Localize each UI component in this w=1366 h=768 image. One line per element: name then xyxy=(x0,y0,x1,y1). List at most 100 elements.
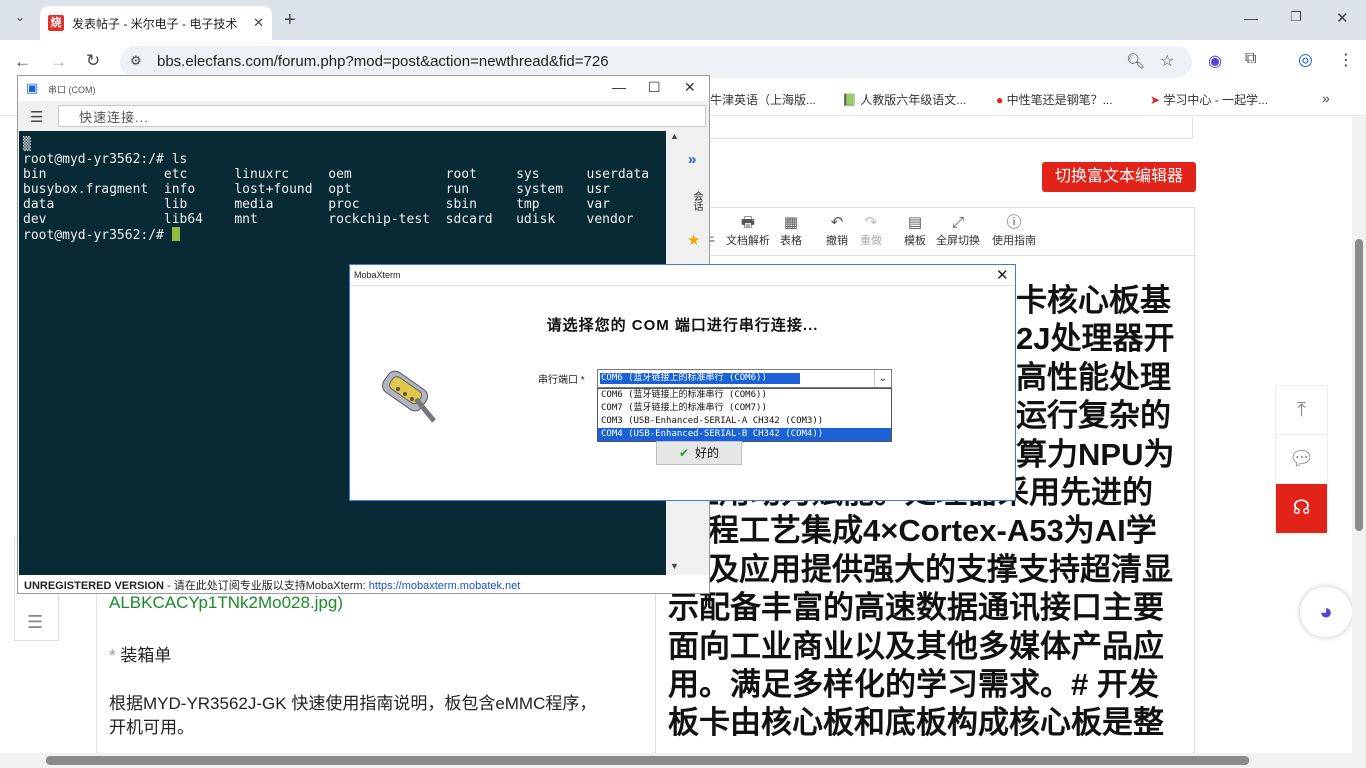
window-title: 串口 (COM) xyxy=(48,85,96,95)
terminal-prompt: root@myd-yr3562:/# xyxy=(23,227,180,243)
preview-line: 面向工业商业以及其他多媒体产品应 xyxy=(668,628,1164,664)
serial-port-icon xyxy=(381,370,436,423)
maximize-icon[interactable]: ☐ xyxy=(648,79,661,96)
browser-tab-bar: ⌄ 烧 发表帖子 - 米尔电子 - 电子技术 ✕ + — ❐ ✕ xyxy=(0,0,1366,40)
browser-tab-active[interactable]: 烧 发表帖子 - 米尔电子 - 电子技术 ✕ xyxy=(40,6,272,40)
switch-rich-editor-button[interactable]: 切换富文本编辑器 xyxy=(1042,162,1196,192)
preview-line: 用。满足多样化的学习需求。# 开发 xyxy=(668,667,1159,703)
preview-line: 板卡由核心板和底板构成核心板是整 xyxy=(668,705,1164,741)
close-icon[interactable]: ✕ xyxy=(684,79,696,96)
session-menu-icon[interactable]: ☰ xyxy=(30,108,43,126)
profile-icon[interactable]: ◎ xyxy=(1298,50,1313,70)
port-option[interactable]: COM7 (蓝牙链接上的标准串行 (COM7)) xyxy=(598,402,891,415)
customer-service-icon[interactable]: ☊ xyxy=(1276,484,1327,533)
list-icon[interactable]: ☰ xyxy=(27,612,43,633)
expand-sidebar-icon[interactable]: » xyxy=(688,151,696,168)
bookmark-item[interactable]: ● 中性笔还是钢笔？... xyxy=(996,91,1113,108)
fullscreen-icon: ⤢ xyxy=(951,214,964,231)
bookmark-item[interactable]: 牛津英语（上海版... xyxy=(710,91,816,108)
redo-button[interactable]: ↷ 重做 xyxy=(860,214,882,248)
preview-line: 程工艺集成4×Cortex-A53为AI学 xyxy=(708,513,1157,549)
restore-icon[interactable]: ❐ xyxy=(1290,9,1302,25)
port-dropdown-list: COM6 (蓝牙链接上的标准串行 (COM6)) COM7 (蓝牙链接上的标准串… xyxy=(597,388,892,442)
tab-list-icon[interactable]: ⌄ xyxy=(10,10,30,24)
zoom-icon[interactable]: 🔍︎ xyxy=(1126,52,1145,70)
site-favicon-icon: 烧 xyxy=(48,15,64,31)
selected-port: COM6 (蓝牙链接上的标准串行 (COM6)) xyxy=(600,373,800,384)
serial-port-label: 串行端口 * xyxy=(538,375,585,386)
status-text: - 请在此处订阅专业版以支持MobaXterm: xyxy=(163,580,369,592)
puzzle-icon[interactable]: ⧉ xyxy=(1245,50,1256,68)
bookmark-star-icon[interactable]: ☆ xyxy=(1160,51,1174,71)
unregistered-label: UNREGISTERED VERSION xyxy=(24,580,164,592)
minimize-icon[interactable]: — xyxy=(1244,10,1258,26)
menu-icon[interactable]: ⋮ xyxy=(1338,50,1354,70)
fullscreen-button[interactable]: ⤢ 全屏切换 xyxy=(936,214,980,248)
bookmark-item[interactable]: 📗 人教版六年级语文... xyxy=(842,91,966,108)
post-editor-content[interactable]: ALBKCACYp1TNk2Mo028.jpg) * 装箱单 根据MYD-YR3… xyxy=(96,587,656,757)
undo-button[interactable]: ↶ 撤销 xyxy=(826,214,848,248)
com-port-dialog: MobaXterm ✕ 请选择您的 COM 端口进行串行连接... 串行端口 *… xyxy=(349,264,1016,501)
help-button[interactable]: ⓘ 使用指南 xyxy=(992,214,1036,248)
terminal-line: data lib media proc sbin tmp var xyxy=(23,197,610,212)
packing-list-heading: * 装箱单 xyxy=(109,646,172,665)
close-window-icon[interactable]: ✕ xyxy=(1336,9,1349,27)
status-bar: UNREGISTERED VERSION - 请在此处订阅专业版以支持MobaX… xyxy=(18,575,709,593)
scroll-up-icon[interactable]: ▲ xyxy=(670,131,679,141)
template-icon: ▤ xyxy=(907,214,923,231)
scroll-down-icon[interactable]: ▼ xyxy=(670,561,679,571)
back-icon[interactable]: ← xyxy=(14,52,31,72)
scrollbar-thumb[interactable] xyxy=(1355,239,1363,531)
note-line: 根据MYD-YR3562J-GK 快速使用指南说明，板包含eMMC程序， xyxy=(109,694,597,713)
dialog-close-icon[interactable]: ✕ xyxy=(996,266,1009,284)
mobaxterm-title-bar[interactable]: ▣ 串口 (COM) — ☐ ✕ xyxy=(18,76,709,101)
page-vertical-scrollbar[interactable] xyxy=(1352,117,1366,757)
forward-icon[interactable]: → xyxy=(50,52,67,72)
mobaxterm-link[interactable]: https://mobaxterm.mobatek.net xyxy=(369,580,521,592)
chevron-down-icon[interactable]: ⌄ xyxy=(874,370,891,387)
note-line: 开机可用。 xyxy=(109,718,194,737)
help-icon: ⓘ xyxy=(1006,214,1022,231)
quick-connect-input[interactable]: 快速连接... xyxy=(58,105,706,127)
terminal-line: busybox.fragment info lost+found opt run… xyxy=(23,182,610,197)
doc-parse-button[interactable]: 🖶 文档解析 xyxy=(726,214,770,248)
doc-parse-icon: 🖶 xyxy=(740,214,756,231)
terminal-line: dev lib64 mnt rockchip-test sdcard udisk… xyxy=(23,212,634,227)
dialog-title: MobaXterm xyxy=(354,270,401,280)
tab-title: 发表帖子 - 米尔电子 - 电子技术 xyxy=(72,16,238,31)
back-to-top-icon[interactable]: ⤒ xyxy=(1276,386,1327,435)
port-option[interactable]: COM6 (蓝牙链接上的标准串行 (COM6)) xyxy=(598,389,891,402)
page-horizontal-scrollbar[interactable] xyxy=(0,753,1366,768)
dialog-title-bar[interactable]: MobaXterm ✕ xyxy=(350,265,1015,286)
close-tab-icon[interactable]: ✕ xyxy=(253,15,264,31)
favorites-star-icon[interactable]: ★ xyxy=(687,231,700,249)
port-option[interactable]: COM3 (USB-Enhanced-SERIAL-A CH342 (COM3)… xyxy=(598,415,891,428)
new-tab-button[interactable]: + xyxy=(284,9,296,32)
wechat-icon[interactable]: 💬︎ xyxy=(1276,435,1327,484)
terminal-line: bin etc linuxrc oem root sys userdata xyxy=(23,167,650,182)
template-button[interactable]: ▤ 模板 xyxy=(904,214,926,248)
extension-icon[interactable]: ◉ xyxy=(1208,51,1222,71)
sessions-tab[interactable]: 会话 xyxy=(689,191,704,211)
address-bar[interactable]: ⚙ bbs.elecfans.com/forum.php?mod=post&ac… xyxy=(120,46,1192,78)
port-option[interactable]: COM4 (USB-Enhanced-SERIAL-B CH342 (COM4)… xyxy=(598,428,891,441)
redo-icon: ↷ xyxy=(864,214,878,231)
table-icon: ▦ xyxy=(783,214,799,231)
url-text[interactable]: bbs.elecfans.com/forum.php?mod=post&acti… xyxy=(157,53,609,70)
scrollbar-thumb[interactable] xyxy=(46,756,1249,765)
reload-icon[interactable]: ↻ xyxy=(86,51,100,71)
content-divider xyxy=(709,117,1193,139)
editor-toolbar: 牛 🖶文档解析 ▦表格 ↶撤销 ↷重做 ▤模板 ⤢全屏切换 ⓘ使用指南 xyxy=(655,207,1195,255)
table-button[interactable]: ▦ 表格 xyxy=(780,214,802,248)
terminal-line: root@myd-yr3562:/# ls xyxy=(23,152,188,167)
minimize-icon[interactable]: — xyxy=(612,79,626,95)
more-bookmarks-icon[interactable]: » xyxy=(1322,90,1330,106)
undo-icon: ↶ xyxy=(830,214,844,231)
serial-port-select[interactable]: COM6 (蓝牙链接上的标准串行 (COM6)) ⌄ xyxy=(597,369,892,388)
site-info-icon[interactable]: ⚙ xyxy=(130,53,142,69)
ok-button[interactable]: ✔ 好的 xyxy=(656,441,742,465)
mobaxterm-logo-icon: ▣ xyxy=(26,80,39,95)
book-icon: 📗 xyxy=(842,93,857,107)
bookmark-item[interactable]: ➤ 学习中心 - 一起学... xyxy=(1150,91,1268,108)
assistant-bot-icon[interactable]: ◕ xyxy=(1300,587,1352,637)
